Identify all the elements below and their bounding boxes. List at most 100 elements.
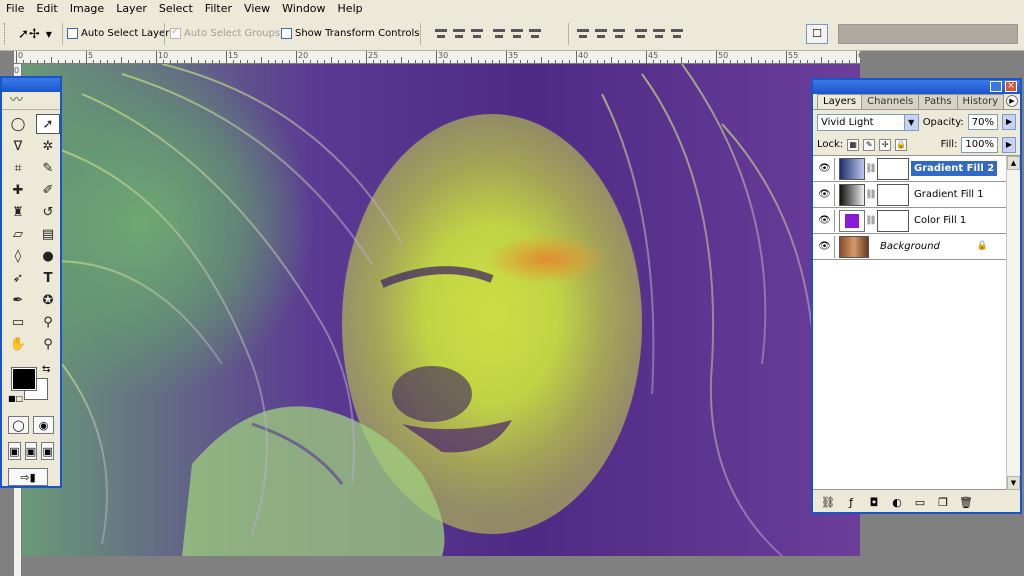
close-icon[interactable]: × [1005,81,1017,92]
menu-view[interactable]: View [238,0,276,17]
layer-name[interactable]: Gradient Fill 2 [911,161,998,176]
pen-tool-icon[interactable]: ✒ [6,290,30,310]
zoom-tool-icon[interactable]: ⚲ [36,334,60,354]
opacity-input[interactable]: 70% [967,114,999,130]
auto-select-groups-checkbox[interactable]: Auto Select Groups [170,26,280,39]
visibility-eye-icon[interactable]: 👁 [815,157,835,180]
tab-layers[interactable]: Layers [817,94,863,109]
file-browser-button[interactable]: ☐ [806,24,828,44]
distribute-bottom-icon[interactable] [612,27,626,41]
lock-all-icon[interactable]: 🔒 [895,138,908,151]
lock-transparent-icon[interactable]: ▦ [847,138,860,151]
layer-row-gradient-fill-1[interactable]: 👁 ⛓ Gradient Fill 1 [813,182,1020,208]
hand-tool-icon[interactable]: ✋ [6,334,30,354]
swap-colors-icon[interactable]: ⇆ [42,364,50,375]
visibility-eye-icon[interactable]: 👁 [815,235,835,258]
lock-position-icon[interactable]: ✢ [879,138,892,151]
fill-input[interactable]: 100% [961,136,998,153]
standard-mode-icon[interactable]: ◯ [8,416,29,434]
scroll-up-icon[interactable]: ▲ [1007,156,1020,170]
menu-help[interactable]: Help [332,0,369,17]
palette-well[interactable] [838,24,1018,44]
document-canvas[interactable] [22,64,860,556]
show-transform-controls-checkbox[interactable]: Show Transform Controls [281,28,419,39]
layer-mask-thumbnail[interactable] [877,157,909,180]
blend-mode-select[interactable]: Vivid Light ▼ [817,113,919,131]
path-selection-tool-icon[interactable]: ➶ [6,268,30,288]
adjustment-layer-icon[interactable]: ◐ [890,496,904,509]
layer-row-color-fill-1[interactable]: 👁 ⛓ Color Fill 1 [813,208,1020,234]
lock-image-icon[interactable]: ✎ [863,138,876,151]
layer-mask-thumbnail[interactable] [877,209,909,232]
layer-row-background[interactable]: 👁 Background 🔒 [813,234,1020,260]
layer-name[interactable]: Gradient Fill 1 [911,187,987,202]
scroll-down-icon[interactable]: ▼ [1007,476,1020,490]
healing-brush-tool-icon[interactable]: ✚ [6,180,30,200]
checkbox-box[interactable] [281,28,292,39]
new-layer-icon[interactable]: ❐ [936,496,950,509]
link-layers-icon[interactable]: ⛓ [821,496,835,509]
distribute-right-icon[interactable] [670,27,684,41]
align-right-icon[interactable] [528,27,542,41]
tab-channels[interactable]: Channels [861,94,920,109]
quick-mask-mode-icon[interactable]: ◉ [33,416,54,434]
link-icon[interactable]: ⛓ [865,190,877,200]
menu-select[interactable]: Select [153,0,199,17]
gradient-tool-icon[interactable]: ▤ [36,224,60,244]
align-top-icon[interactable] [434,27,448,41]
blur-tool-icon[interactable]: ◊ [6,246,30,266]
distribute-hcenter-icon[interactable] [652,27,666,41]
checkbox-box[interactable] [67,28,78,39]
dodge-tool-icon[interactable]: ● [36,246,60,266]
full-screen-menu-icon[interactable]: ▣ [24,442,38,460]
visibility-eye-icon[interactable]: 👁 [815,209,835,232]
shape-tool-icon[interactable]: ✪ [36,290,60,310]
auto-select-layer-checkbox[interactable]: Auto Select Layer [67,28,169,39]
magic-wand-tool-icon[interactable]: ✲ [36,136,60,156]
brush-tool-icon[interactable]: ✐ [36,180,60,200]
link-icon[interactable]: ⛓ [865,164,877,174]
link-icon[interactable]: ⛓ [865,216,877,226]
clone-stamp-tool-icon[interactable]: ♜ [6,202,30,222]
menu-window[interactable]: Window [276,0,331,17]
menu-edit[interactable]: Edit [30,0,63,17]
jump-to-imageready-icon[interactable]: ⇨▮ [8,468,48,486]
align-hcenter-icon[interactable] [510,27,524,41]
tab-history[interactable]: History [956,94,1005,109]
menu-image[interactable]: Image [64,0,110,17]
notes-tool-icon[interactable]: ▭ [6,312,30,332]
align-bottom-icon[interactable] [470,27,484,41]
tool-preset-picker[interactable]: ➚✢ ▼ [18,25,58,43]
add-mask-icon[interactable]: ◘ [867,496,881,509]
align-left-icon[interactable] [492,27,506,41]
distribute-vcenter-icon[interactable] [594,27,608,41]
marquee-tool-icon[interactable]: ◯ [6,114,30,134]
align-vcenter-icon[interactable] [452,27,466,41]
toolbox-titlebar[interactable] [2,78,60,92]
menu-filter[interactable]: Filter [199,0,238,17]
eyedropper-tool-icon[interactable]: ⚲ [36,312,60,332]
layer-name[interactable]: Color Fill 1 [911,213,969,228]
visibility-eye-icon[interactable]: 👁 [815,183,835,206]
layer-mask-thumbnail[interactable] [877,183,909,206]
horizontal-ruler[interactable]: 05101520253035404550556065 [14,51,860,64]
layer-list-scrollbar[interactable]: ▲ ▼ [1006,156,1020,490]
layer-style-icon[interactable]: ƒ [844,496,858,509]
default-colors-icon[interactable]: ■□ [8,394,23,403]
minimize-icon[interactable] [990,81,1002,92]
crop-tool-icon[interactable]: ⌗ [6,158,30,178]
type-tool-icon[interactable]: T [36,268,60,288]
layer-row-gradient-fill-2[interactable]: 👁 ⛓ Gradient Fill 2 [813,156,1020,182]
history-brush-tool-icon[interactable]: ↺ [36,202,60,222]
menu-layer[interactable]: Layer [110,0,153,17]
fill-slider-button[interactable]: ▶ [1002,136,1016,153]
tab-paths[interactable]: Paths [918,94,958,109]
foreground-color-swatch[interactable] [11,367,37,391]
eraser-tool-icon[interactable]: ▱ [6,224,30,244]
layer-name[interactable]: Background [877,239,943,254]
lasso-tool-icon[interactable]: ᐁ [6,136,30,156]
standard-screen-icon[interactable]: ▣ [8,442,21,460]
menu-file[interactable]: File [0,0,30,17]
new-group-icon[interactable]: ▭ [913,496,927,509]
full-screen-icon[interactable]: ▣ [41,442,55,460]
